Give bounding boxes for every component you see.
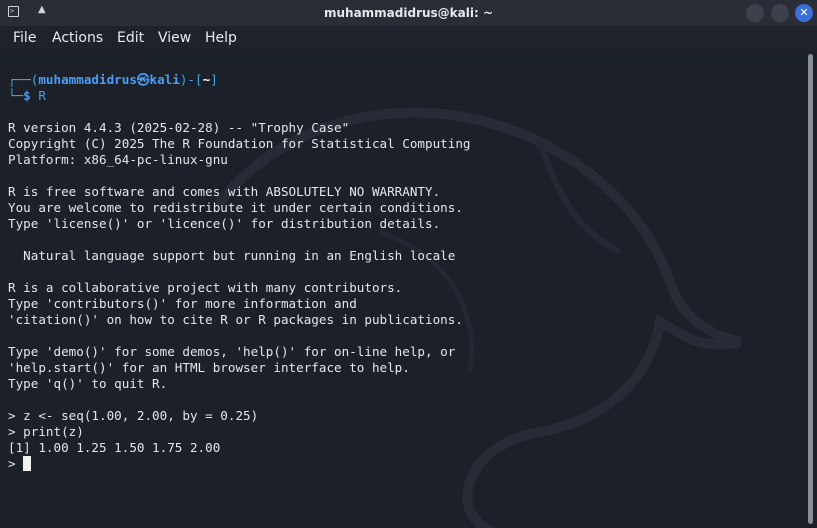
- terminal-output[interactable]: ┌──(muhammadidrus㉿kali)-[~] └─$ R R vers…: [0, 52, 806, 528]
- output-line: Type 'demo()' for some demos, 'help()' f…: [8, 344, 456, 359]
- scrollbar-thumb[interactable]: [808, 54, 813, 524]
- scrollbar[interactable]: [806, 52, 817, 528]
- output-line: Natural language support but running in …: [8, 248, 456, 263]
- output-line: 'citation()' on how to cite R or R packa…: [8, 312, 463, 327]
- output-line: R version 4.4.3 (2025-02-28) -- "Trophy …: [8, 120, 350, 135]
- close-icon[interactable]: ✕: [795, 4, 813, 22]
- output-line: Type 'contributors()' for more informati…: [8, 296, 357, 311]
- minimize-icon[interactable]: [746, 4, 764, 22]
- prompt-command: R: [38, 88, 46, 103]
- menu-view[interactable]: View: [158, 30, 191, 46]
- output-line: Copyright (C) 2025 The R Foundation for …: [8, 136, 471, 151]
- r-command-line: > print(z): [8, 424, 84, 439]
- output-line: Platform: x86_64-pc-linux-gnu: [8, 152, 228, 167]
- r-result-line: [1] 1.00 1.25 1.50 1.75 2.00: [8, 440, 221, 455]
- menu-help[interactable]: Help: [205, 30, 237, 46]
- prompt-mid: )-[: [179, 72, 203, 87]
- menu-actions[interactable]: Actions: [52, 30, 103, 46]
- output-line: R is a collaborative project with many c…: [8, 280, 403, 295]
- text-cursor: [23, 456, 32, 471]
- output-line: Type 'license()' or 'licence()' for dist…: [8, 216, 441, 231]
- prompt-line-2: └─$ R: [8, 88, 46, 104]
- menu-file[interactable]: File: [13, 30, 36, 46]
- menu-edit[interactable]: Edit: [117, 30, 144, 46]
- prompt-corner-bottom: └─: [8, 88, 24, 103]
- prompt-corner-top: ┌──(: [8, 72, 39, 87]
- maximize-icon[interactable]: [771, 4, 789, 22]
- prompt-end: ]: [210, 72, 218, 87]
- r-input-line[interactable]: >: [8, 456, 32, 472]
- output-line: 'help.start()' for an HTML browser inter…: [8, 360, 410, 375]
- window-title: muhammadidrus@kali: ~: [323, 6, 494, 20]
- prompt-dollar: $: [23, 88, 31, 103]
- output-line: R is free software and comes with ABSOLU…: [8, 184, 441, 199]
- prompt-line-1: ┌──(muhammadidrus㉿kali)-[~]: [8, 72, 218, 88]
- r-prompt: >: [8, 456, 24, 471]
- title-bar: > ▲ muhammadidrus@kali: ~ ✕: [0, 0, 817, 26]
- r-command-line: > z <- seq(1.00, 2.00, by = 0.25): [8, 408, 259, 423]
- output-line: You are welcome to redistribute it under…: [8, 200, 463, 215]
- prompt-user-host: muhammadidrus㉿kali: [38, 72, 180, 87]
- output-line: Type 'q()' to quit R.: [8, 376, 168, 391]
- menu-bar: File Actions Edit View Help: [0, 26, 817, 52]
